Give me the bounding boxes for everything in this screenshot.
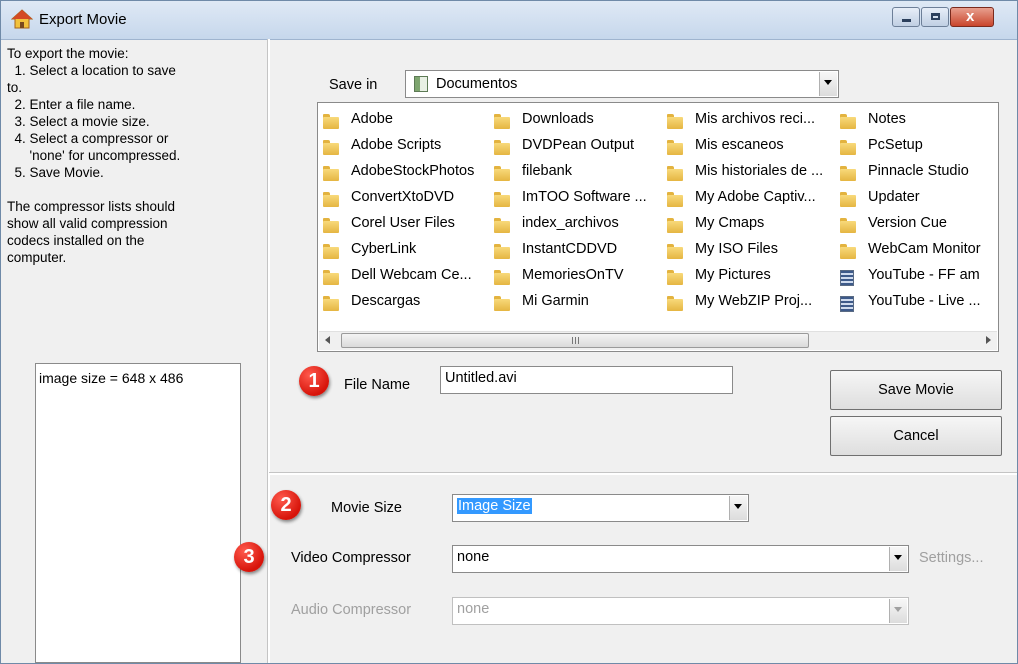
save-in-value: Documentos: [436, 76, 518, 92]
image-info-box[interactable]: image size = 648 x 486: [35, 363, 241, 663]
folder-icon: [323, 192, 339, 207]
folder-icon: [667, 218, 683, 233]
horizontal-divider: [269, 472, 1017, 475]
instruction-line: 2. Enter a file name.: [7, 97, 136, 112]
movie-size-dropdown[interactable]: Image Size: [452, 494, 749, 522]
instruction-line: to.: [7, 80, 23, 95]
audio-compressor-value: none: [457, 601, 490, 617]
folder-icon: [667, 140, 683, 155]
chevron-down-icon[interactable]: [889, 547, 907, 571]
folder-icon: [494, 114, 510, 129]
folder-icon: [840, 114, 856, 129]
folder-icon: [494, 244, 510, 259]
step-2-badge: 2: [271, 490, 301, 520]
chevron-down-icon[interactable]: [729, 496, 747, 520]
save-movie-button[interactable]: Save Movie: [830, 370, 1002, 410]
minimize-button[interactable]: [892, 7, 920, 27]
chevron-down-icon[interactable]: [819, 72, 837, 96]
folder-icon: [667, 166, 683, 181]
folder-icon: [323, 218, 339, 233]
chevron-down-icon[interactable]: [889, 599, 907, 623]
vertical-divider: [267, 39, 270, 663]
instruction-line: 5. Save Movie.: [7, 165, 104, 180]
folder-icon: [323, 296, 339, 311]
instruction-line: 'none' for uncompressed.: [7, 148, 181, 163]
instruction-line: The compressor lists should: [7, 199, 176, 214]
video-compressor-label: Video Compressor: [291, 550, 411, 566]
cancel-button[interactable]: Cancel: [830, 416, 1002, 456]
file-name-value: Untitled.avi: [445, 370, 517, 386]
folder-icon: [667, 192, 683, 207]
grip-icon: [572, 337, 580, 344]
image-size-text: image size = 648 x 486: [39, 370, 184, 386]
folder-icon: [494, 140, 510, 155]
folder-icon: [840, 218, 856, 233]
movie-size-value: Image Size: [457, 498, 532, 514]
folder-icon: [840, 192, 856, 207]
window-title: Export Movie: [39, 11, 127, 28]
instruction-line: To export the movie:: [7, 46, 129, 61]
folder-icon: [667, 114, 683, 129]
folder-icon: [494, 270, 510, 285]
audio-compressor-dropdown[interactable]: none: [452, 597, 909, 625]
folder-icon: [494, 192, 510, 207]
video-file-icon: [840, 270, 854, 286]
instruction-line: show all valid compression: [7, 216, 168, 231]
movie-size-label: Movie Size: [331, 500, 402, 516]
folder-icon: [494, 296, 510, 311]
folder-icon: [667, 296, 683, 311]
folder-icon: [840, 140, 856, 155]
minimize-icon: [902, 19, 911, 22]
instruction-line: codecs installed on the: [7, 233, 145, 248]
folder-icon: [494, 166, 510, 181]
step-1-badge: 1: [299, 366, 329, 396]
file-name-label: File Name: [344, 377, 411, 393]
save-in-label: Save in: [329, 77, 378, 93]
close-icon: x: [966, 8, 975, 25]
instruction-line: computer.: [7, 250, 67, 265]
maximize-icon: [931, 13, 940, 20]
folder-icon: [323, 244, 339, 259]
instructions-text: To export the movie: 1. Select a locatio…: [7, 45, 259, 266]
scroll-thumb[interactable]: [341, 333, 809, 348]
folder-icon: [323, 270, 339, 285]
video-file-icon: [840, 296, 854, 312]
close-button[interactable]: x: [950, 7, 994, 27]
maximize-button[interactable]: [921, 7, 949, 27]
audio-compressor-label: Audio Compressor: [291, 602, 412, 618]
title-bar[interactable]: Export Movie x: [1, 1, 1017, 40]
folder-icon: [323, 114, 339, 129]
file-name-input[interactable]: Untitled.avi: [440, 366, 733, 394]
scroll-left-icon[interactable]: [325, 336, 330, 344]
folder-icon: [494, 218, 510, 233]
folder-icon: [323, 140, 339, 155]
instruction-line: [7, 181, 259, 198]
instruction-line: 3. Select a movie size.: [7, 114, 150, 129]
settings-button[interactable]: Settings...: [919, 550, 983, 566]
horizontal-scrollbar[interactable]: [319, 331, 997, 350]
video-compressor-dropdown[interactable]: none: [452, 545, 909, 573]
documents-icon: [414, 76, 428, 92]
folder-icon: [840, 166, 856, 181]
instruction-line: 4. Select a compressor or: [7, 131, 169, 146]
file-list[interactable]: Adobe Adobe Scripts AdobeStockPhotos Con…: [317, 102, 999, 352]
folder-icon: [667, 244, 683, 259]
house-icon: [11, 9, 33, 29]
save-in-dropdown[interactable]: Documentos: [405, 70, 839, 98]
instruction-line: 1. Select a location to save: [7, 63, 176, 78]
video-compressor-value: none: [457, 549, 490, 565]
scroll-right-icon[interactable]: [986, 336, 991, 344]
step-3-badge: 3: [234, 542, 264, 572]
export-movie-dialog: Export Movie x To export the movie: 1. S…: [0, 0, 1018, 664]
folder-icon: [667, 270, 683, 285]
folder-icon: [323, 166, 339, 181]
folder-icon: [840, 244, 856, 259]
